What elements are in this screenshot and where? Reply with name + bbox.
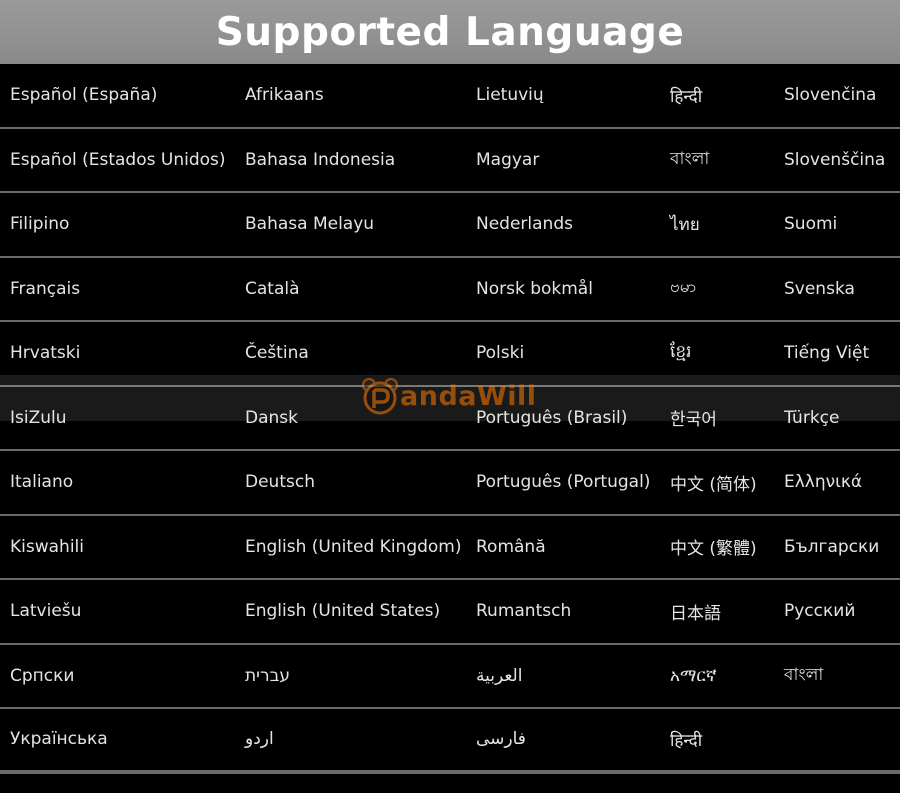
language-cell: Filipino: [10, 214, 70, 235]
language-cell: Español (España): [10, 85, 158, 106]
language-cell: Čeština: [245, 343, 309, 364]
language-cell: 한국어: [670, 410, 717, 431]
language-cell: Latviešu: [10, 601, 82, 622]
language-row: Español (España) Afrikaans Lietuvių हिन्…: [0, 64, 900, 129]
language-cell: اردو: [245, 729, 274, 750]
language-cell: ខ្មែរ: [670, 341, 692, 362]
language-row: Українська اردو فارسی हिन्दी: [0, 709, 900, 774]
language-cell: Lietuvių: [476, 85, 544, 106]
language-cell: 中文 (简体): [670, 474, 757, 495]
language-cell: Nederlands: [476, 214, 573, 235]
language-cell: ไทย: [670, 214, 700, 235]
language-cell: ဗမာ: [670, 277, 697, 298]
language-cell: Hrvatski: [10, 343, 81, 364]
language-cell: Ελληνικά: [784, 472, 863, 493]
language-cell: Español (Estados Unidos): [10, 149, 226, 170]
language-cell: Magyar: [476, 149, 540, 170]
language-cell: Português (Brasil): [476, 407, 628, 428]
language-cell: Bahasa Melayu: [245, 214, 375, 235]
language-row: Español (Estados Unidos) Bahasa Indonesi…: [0, 128, 900, 193]
language-cell: Bahasa Indonesia: [245, 149, 396, 170]
language-cell: English (United States): [245, 601, 441, 622]
language-row: Italiano Deutsch Português (Portugal) 中文…: [0, 451, 900, 516]
language-cell: Slovenčina: [784, 85, 877, 106]
language-cell: Svenska: [784, 278, 855, 299]
language-grid: Español (España) Afrikaans Lietuvių हिन्…: [0, 64, 900, 774]
language-row: IsiZulu Dansk Português (Brasil) 한국어 Tür…: [0, 386, 900, 451]
language-cell: Slovenščina: [784, 149, 886, 170]
language-cell: IsiZulu: [10, 407, 67, 428]
language-cell: فارسی: [476, 729, 526, 750]
language-cell: Norsk bokmål: [476, 278, 593, 299]
page-title: Supported Language: [215, 9, 685, 55]
language-cell: Afrikaans: [245, 85, 324, 106]
language-cell: Français: [10, 278, 81, 299]
language-cell: Српски: [10, 665, 75, 686]
language-cell: Kiswahili: [10, 536, 84, 557]
language-cell: Dansk: [245, 407, 298, 428]
language-cell: Suomi: [784, 214, 838, 235]
language-cell: Български: [784, 536, 880, 557]
language-row: Српски עברית العربية አማርኛ বাংলা: [0, 644, 900, 709]
language-cell: हिन्दी: [670, 86, 703, 107]
page: Supported Language Español (España) Afri…: [0, 0, 900, 793]
language-cell: Polski: [476, 343, 525, 364]
language-cell: Català: [245, 278, 300, 299]
language-cell: 中文 (繁體): [670, 539, 757, 560]
language-cell: Rumantsch: [476, 601, 572, 622]
language-row: Filipino Bahasa Melayu Nederlands ไทย Su…: [0, 193, 900, 258]
header-bar: Supported Language: [0, 0, 900, 64]
language-row: Latviešu English (United States) Rumants…: [0, 580, 900, 645]
language-cell: English (United Kingdom): [245, 536, 462, 557]
language-cell: עברית: [245, 665, 291, 686]
language-cell: አማርኛ: [670, 665, 717, 686]
language-cell: Українська: [10, 729, 108, 750]
language-cell: Türkçe: [784, 407, 840, 428]
language-cell: العربية: [476, 665, 523, 686]
language-cell: Português (Portugal): [476, 472, 651, 493]
language-cell: Deutsch: [245, 472, 315, 493]
language-row: Français Català Norsk bokmål ဗမာ Svenska: [0, 257, 900, 322]
language-row: Kiswahili English (United Kingdom) Român…: [0, 515, 900, 580]
language-cell: বাংলা: [784, 664, 824, 685]
language-cell: Italiano: [10, 472, 74, 493]
language-row: Hrvatski Čeština Polski ខ្មែរ Tiếng Việt: [0, 322, 900, 387]
language-cell: हिन्दी: [670, 730, 703, 751]
language-cell: 日本語: [670, 603, 721, 624]
language-cell: বাংলা: [670, 148, 710, 169]
language-cell: Tiếng Việt: [784, 343, 870, 364]
language-cell: Русский: [784, 601, 856, 622]
language-cell: Română: [476, 536, 546, 557]
